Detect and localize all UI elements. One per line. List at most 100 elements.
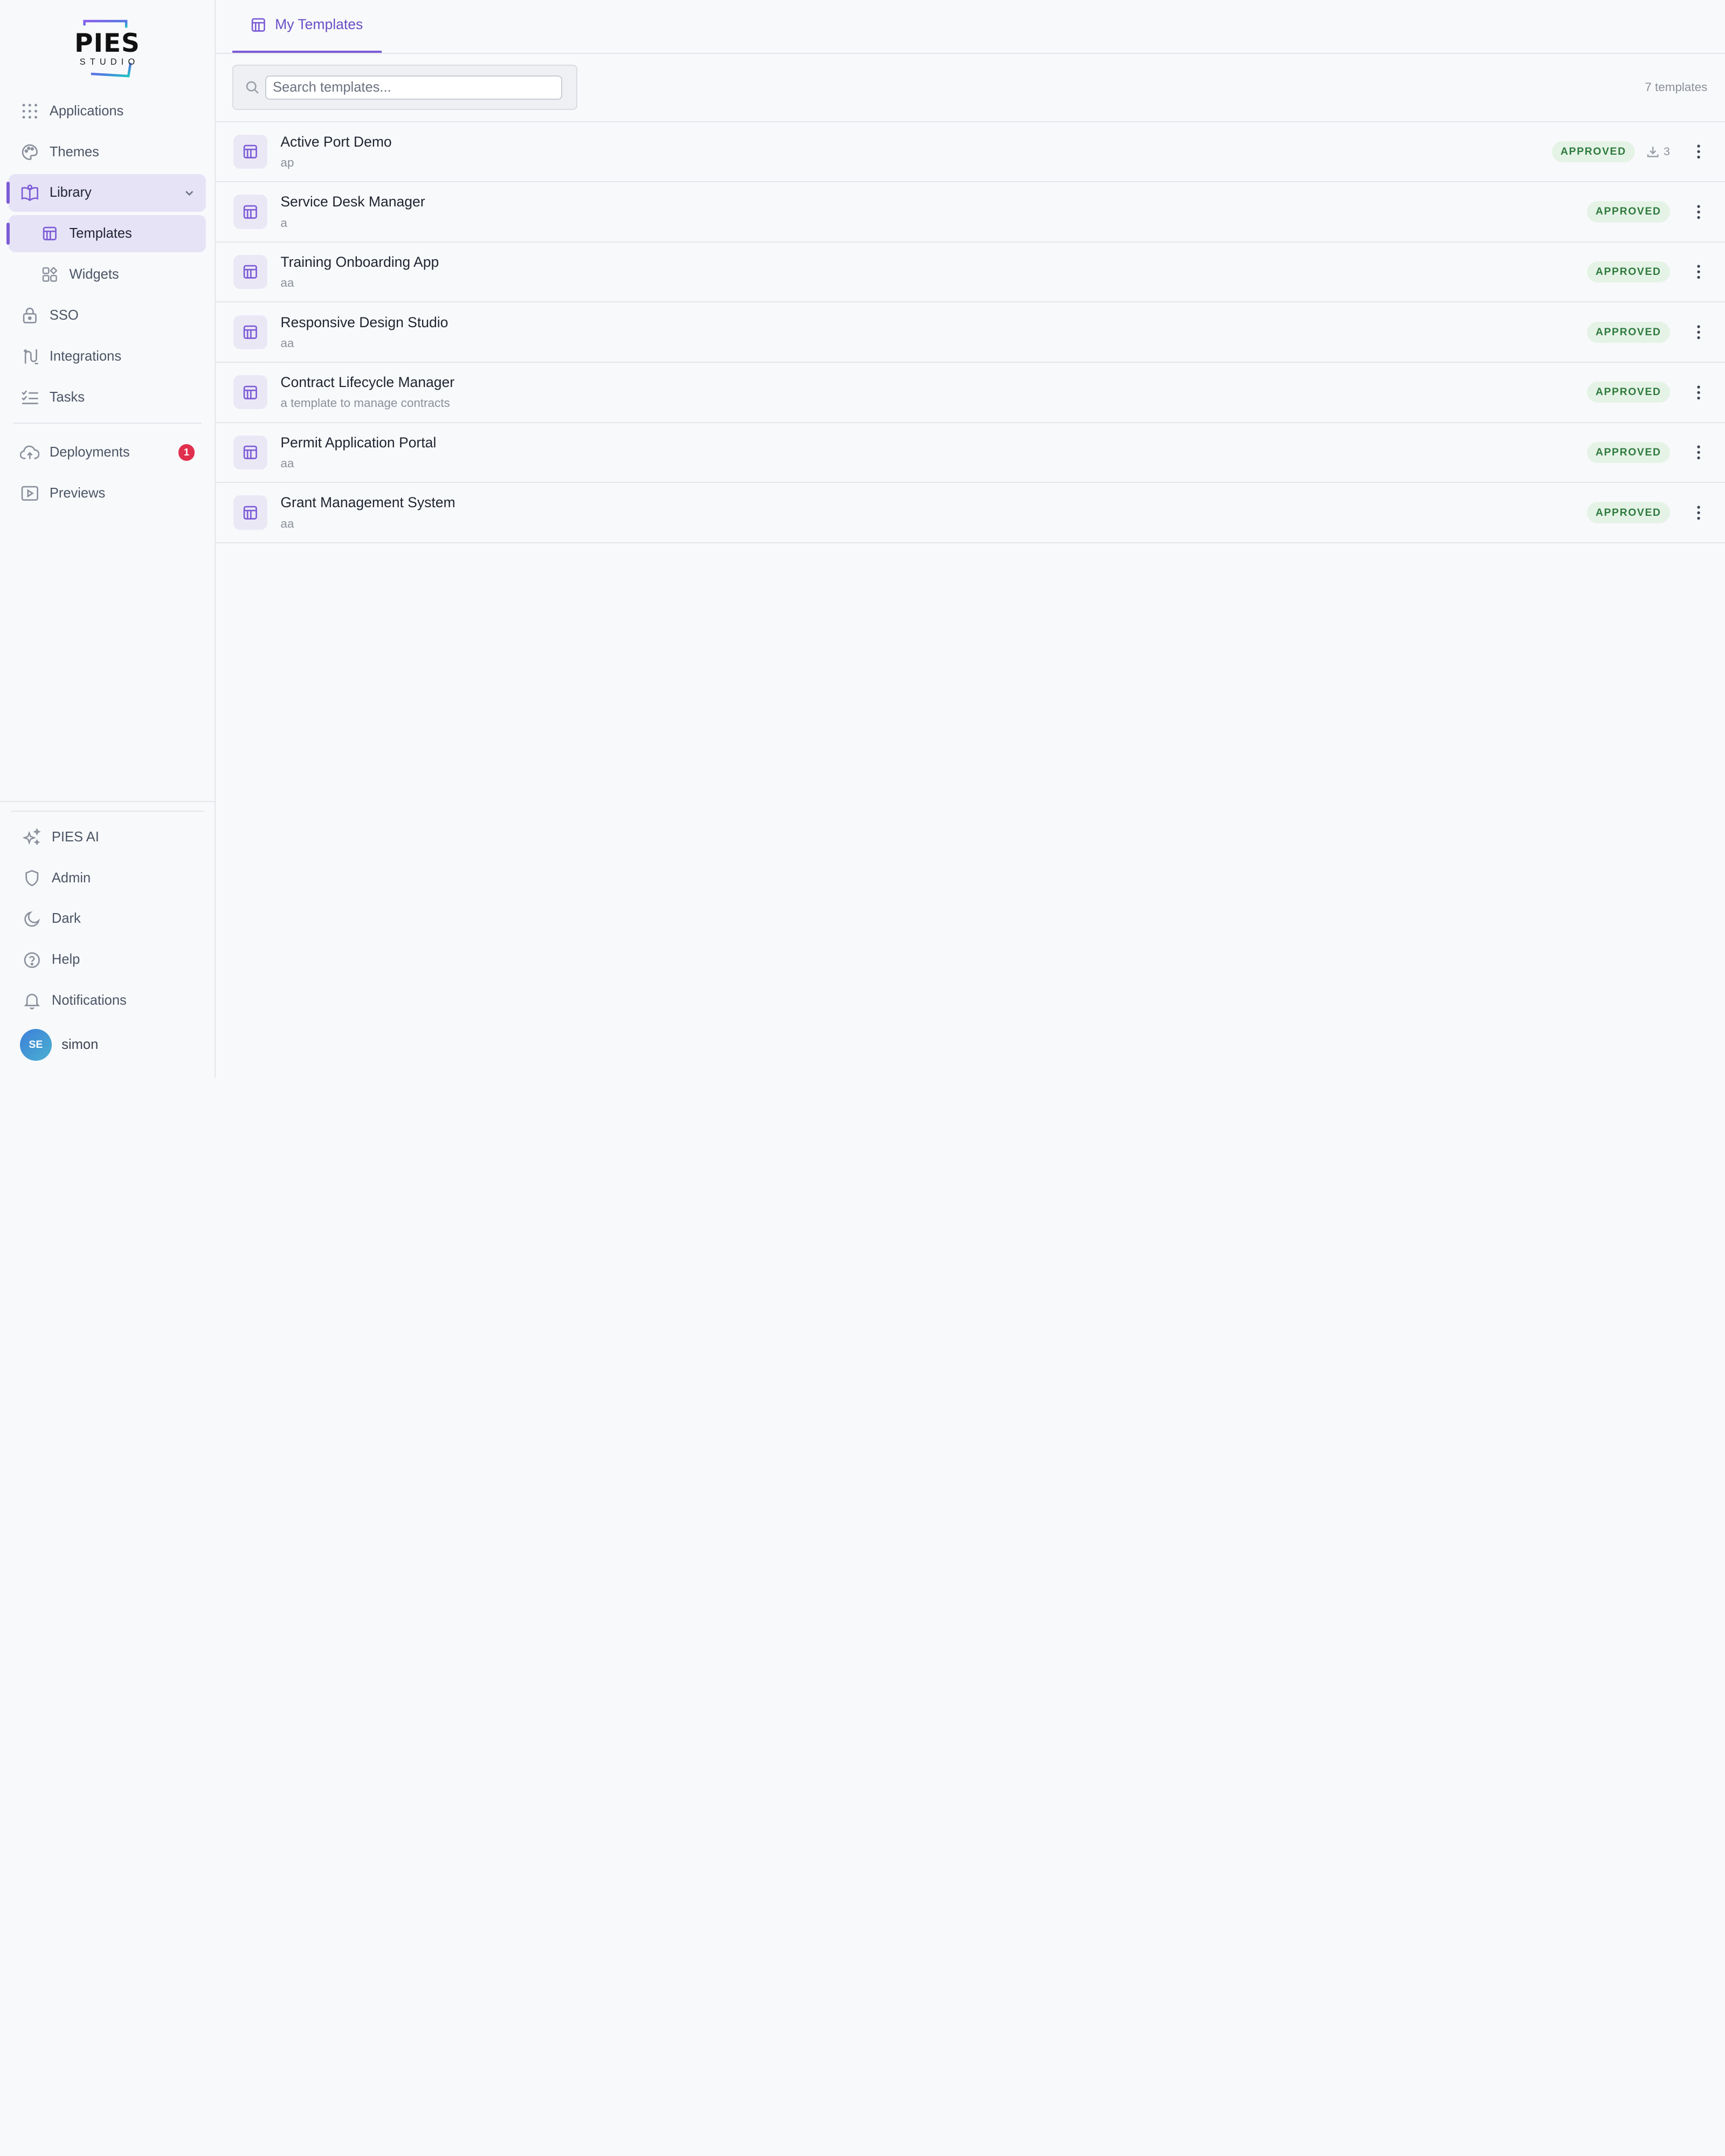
- template-description: aa: [280, 276, 294, 290]
- main-nav: Applications Themes Library Templates Wi…: [0, 92, 215, 515]
- sidebar-item-templates[interactable]: Templates: [6, 215, 206, 253]
- list-item[interactable]: Grant Management System aa APPROVED: [215, 483, 1725, 543]
- template-icon: [233, 254, 267, 289]
- book-open-icon: [20, 183, 40, 203]
- template-icon: [233, 495, 267, 530]
- template-description: a: [280, 216, 287, 230]
- tab-bar: My Templates: [215, 0, 1725, 54]
- search-icon: [245, 80, 260, 95]
- list-item[interactable]: Responsive Design Studio aa APPROVED: [215, 302, 1725, 363]
- more-options-icon[interactable]: [1688, 445, 1710, 460]
- grid-dots-icon: [20, 101, 40, 121]
- status-badge: APPROVED: [1586, 321, 1670, 343]
- template-icon: [233, 375, 267, 410]
- template-icon: [233, 195, 267, 229]
- more-options-icon[interactable]: [1688, 385, 1710, 400]
- sidebar-item-label: Tasks: [49, 389, 85, 405]
- sidebar-item-dark[interactable]: Dark: [11, 900, 203, 937]
- template-title: Grant Management System: [280, 494, 456, 511]
- sidebar-item-integrations[interactable]: Integrations: [9, 338, 205, 375]
- more-options-icon[interactable]: [1688, 264, 1710, 280]
- sidebar-item-help[interactable]: Help: [11, 941, 203, 978]
- template-description: aa: [280, 457, 294, 471]
- sidebar-item-label: PIES AI: [51, 829, 99, 845]
- download-icon: [1647, 146, 1659, 157]
- sidebar-item-label: SSO: [49, 308, 79, 323]
- template-icon: [39, 224, 59, 244]
- logo-text: PIES: [74, 29, 140, 59]
- cloud-upload-icon: [19, 443, 40, 462]
- list-item[interactable]: Contract Lifecycle Manager a template to…: [215, 363, 1725, 423]
- template-icon: [233, 315, 267, 349]
- template-description: a template to manage contracts: [280, 396, 450, 410]
- sidebar-item-sso[interactable]: SSO: [9, 297, 205, 334]
- list-item[interactable]: Active Port Demo ap APPROVED 3: [215, 122, 1725, 183]
- user-menu[interactable]: SE simon: [0, 1023, 215, 1067]
- sidebar-item-tasks[interactable]: Tasks: [9, 379, 205, 416]
- template-title: Responsive Design Studio: [280, 314, 448, 330]
- sidebar-item-deployments[interactable]: Deployments 1: [9, 434, 205, 471]
- sidebar-item-label: Templates: [69, 226, 132, 241]
- user-name: simon: [61, 1037, 99, 1053]
- bottom-nav: PIES AI Admin Dark Help Notifications: [11, 811, 204, 1019]
- shield-icon: [22, 868, 42, 888]
- sidebar-item-label: Widgets: [69, 267, 119, 282]
- sidebar-item-previews[interactable]: Previews: [9, 475, 205, 512]
- download-count: 3: [1647, 145, 1670, 158]
- template-description: aa: [280, 516, 294, 530]
- sidebar-item-label: Dark: [51, 911, 81, 927]
- logo[interactable]: PIES STUDIO: [0, 0, 215, 92]
- sidebar-bottom: PIES AI Admin Dark Help Notifications SE…: [0, 800, 215, 1078]
- status-badge: APPROVED: [1586, 382, 1670, 403]
- more-options-icon[interactable]: [1688, 505, 1710, 521]
- search-box: [232, 65, 578, 110]
- tab-my-templates[interactable]: My Templates: [232, 0, 382, 53]
- integration-icon: [20, 347, 40, 367]
- sidebar-item-label: Library: [49, 185, 92, 201]
- checklist-icon: [20, 388, 40, 407]
- list-item[interactable]: Service Desk Manager a APPROVED: [215, 182, 1725, 243]
- template-list: Active Port Demo ap APPROVED 3 Service D…: [215, 122, 1725, 543]
- template-count: 7 templates: [1645, 80, 1708, 94]
- sidebar-item-applications[interactable]: Applications: [9, 92, 205, 129]
- tab-label: My Templates: [275, 16, 363, 33]
- status-badge: APPROVED: [1551, 141, 1636, 162]
- widgets-icon: [39, 265, 59, 285]
- main-content: My Templates 7 templates Ac: [215, 0, 1725, 1078]
- sidebar-item-label: Previews: [49, 485, 106, 501]
- sidebar-item-label: Notifications: [51, 993, 127, 1008]
- template-title: Permit Application Portal: [280, 434, 437, 451]
- palette-icon: [20, 142, 40, 162]
- status-badge: APPROVED: [1586, 201, 1670, 223]
- moon-icon: [22, 909, 42, 929]
- sidebar-item-notifications[interactable]: Notifications: [11, 982, 203, 1019]
- status-badge: APPROVED: [1586, 502, 1670, 523]
- more-options-icon[interactable]: [1688, 204, 1710, 220]
- sidebar-item-admin[interactable]: Admin: [11, 859, 203, 896]
- template-title: Training Onboarding App: [280, 253, 439, 270]
- logo-subtitle: STUDIO: [79, 57, 140, 67]
- template-description: ap: [280, 155, 294, 169]
- status-badge: APPROVED: [1586, 441, 1670, 464]
- status-badge: APPROVED: [1586, 261, 1670, 283]
- nav-divider: [13, 423, 202, 424]
- sidebar-item-label: Applications: [49, 103, 124, 119]
- sidebar-item-label: Deployments: [49, 444, 130, 460]
- sidebar-item-library[interactable]: Library: [6, 174, 206, 212]
- sidebar-item-pies-ai[interactable]: PIES AI: [11, 818, 203, 855]
- sidebar-item-widgets[interactable]: Widgets: [9, 256, 205, 293]
- help-circle-icon: [22, 950, 42, 970]
- search-input[interactable]: [265, 75, 562, 100]
- more-options-icon[interactable]: [1688, 144, 1710, 160]
- list-item[interactable]: Permit Application Portal aa APPROVED: [215, 423, 1725, 483]
- template-title: Service Desk Manager: [280, 194, 425, 210]
- more-options-icon[interactable]: [1688, 324, 1710, 340]
- template-title: Active Port Demo: [280, 133, 392, 150]
- lock-icon: [20, 306, 40, 326]
- template-icon: [233, 134, 267, 169]
- list-item[interactable]: Training Onboarding App aa APPROVED: [215, 243, 1725, 303]
- sidebar-item-themes[interactable]: Themes: [9, 133, 205, 170]
- download-count-value: 3: [1664, 144, 1670, 158]
- sidebar-item-label: Themes: [49, 144, 99, 160]
- chevron-down-icon[interactable]: [184, 188, 195, 198]
